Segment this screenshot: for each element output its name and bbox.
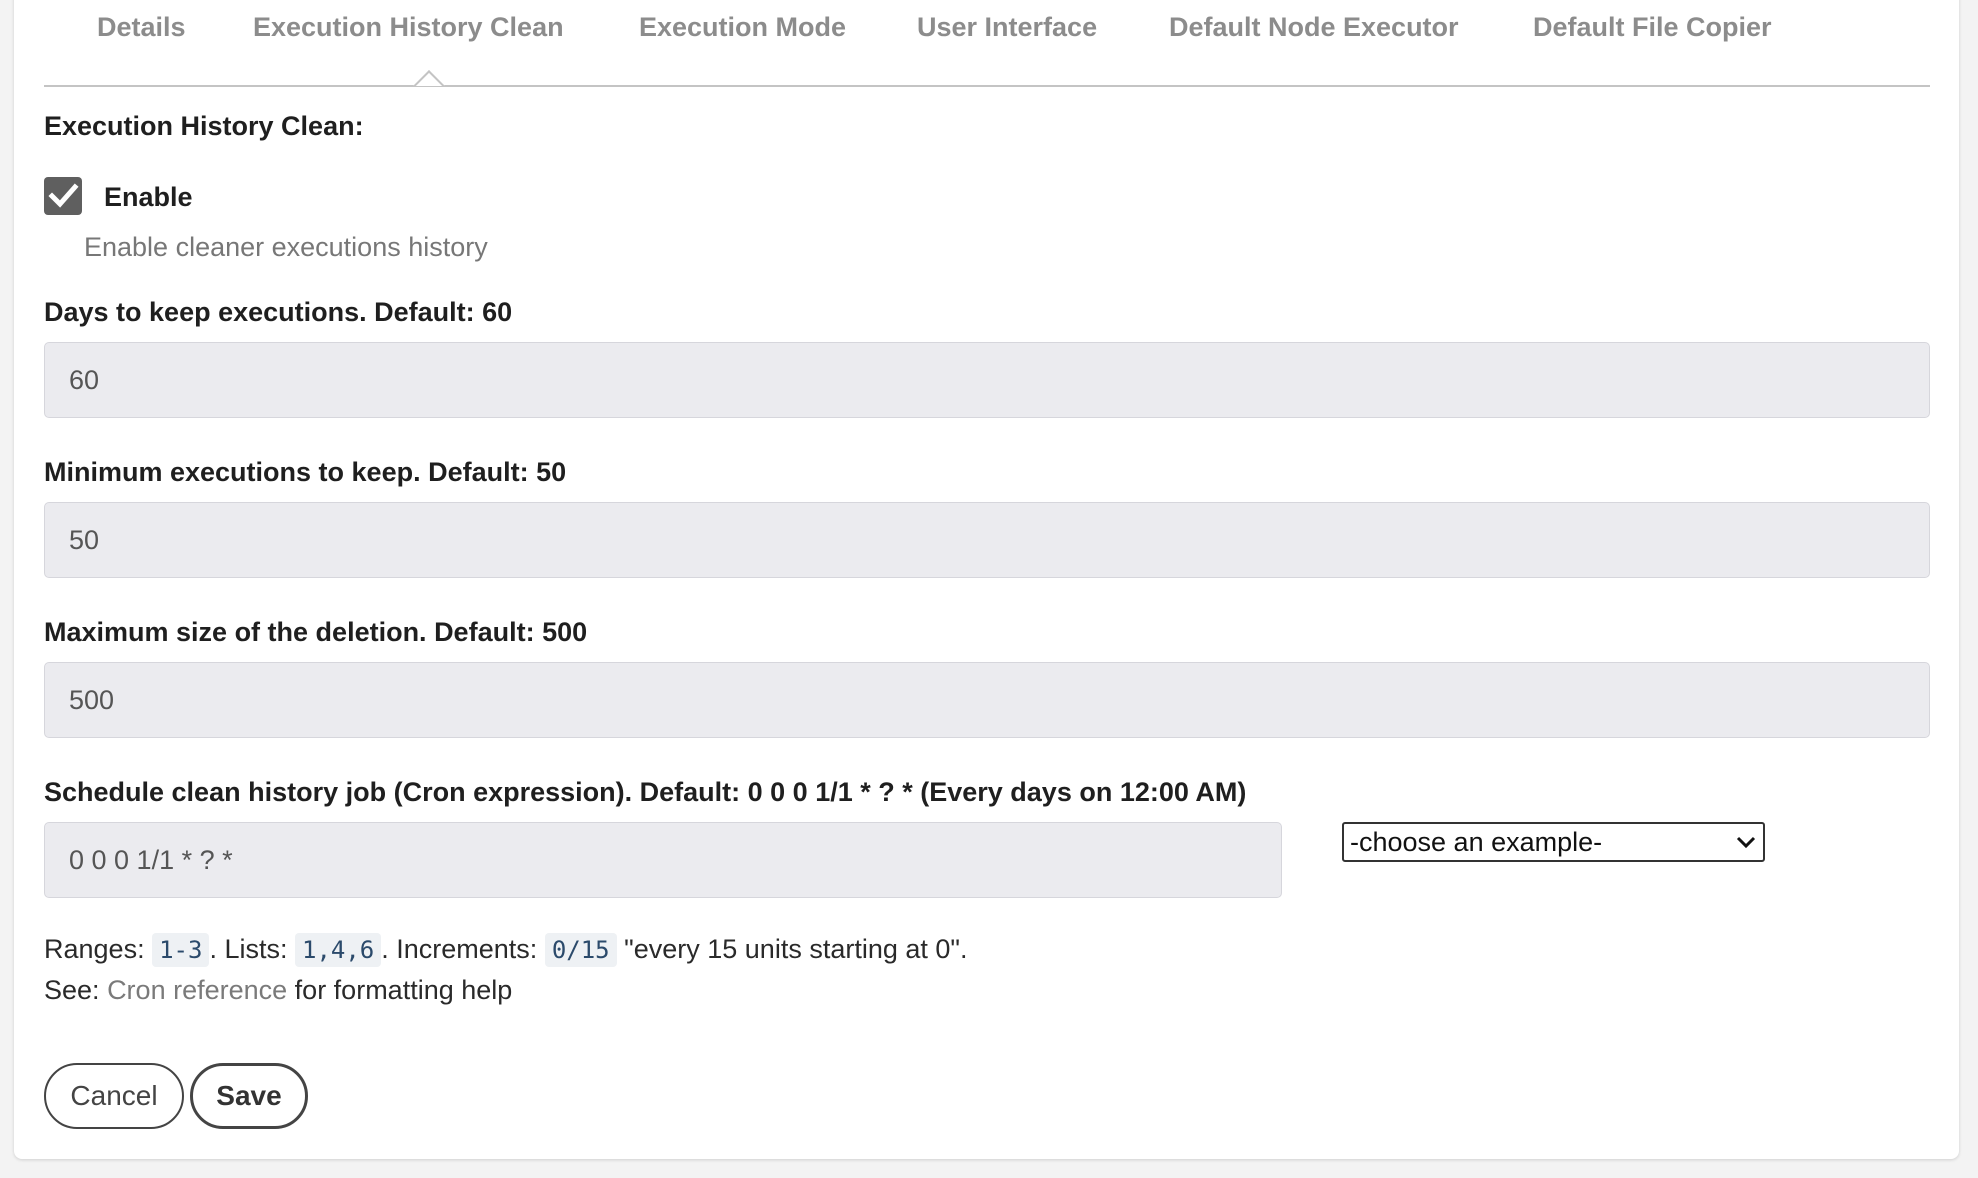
days-to-keep-label: Days to keep executions. Default: 60: [44, 297, 513, 327]
see-suffix: for formatting help: [294, 975, 513, 1005]
schedule-cron-input[interactable]: [44, 822, 1282, 898]
lists-code: 1,4,6: [295, 933, 382, 967]
max-deletion-input[interactable]: [44, 662, 1930, 738]
checkmark-icon: [48, 183, 79, 208]
ranges-code: 1-3: [152, 933, 210, 967]
min-executions-label: Minimum executions to keep. Default: 50: [44, 457, 567, 487]
max-deletion-label: Maximum size of the deletion. Default: 5…: [44, 617, 588, 647]
cron-example-select[interactable]: -choose an example-: [1342, 822, 1765, 862]
tab-default-node-executor[interactable]: Default Node Executor: [1169, 12, 1459, 43]
cron-reference-link[interactable]: Cron reference: [107, 975, 287, 1005]
days-to-keep-input[interactable]: [44, 342, 1930, 418]
schedule-label: Schedule clean history job (Cron express…: [44, 777, 1247, 807]
increments-label: . Increments:: [381, 934, 538, 964]
cancel-button[interactable]: Cancel: [44, 1063, 184, 1129]
active-tab-indicator: [410, 66, 446, 86]
lists-label: . Lists:: [209, 934, 288, 964]
increments-code: 0/15: [544, 933, 617, 967]
cron-example-select-value: -choose an example-: [1350, 826, 1603, 857]
tab-execution-mode[interactable]: Execution Mode: [639, 12, 846, 43]
increments-description: "every 15 units starting at 0".: [624, 934, 968, 964]
see-label: See:: [44, 975, 100, 1005]
cron-help-see-line: See: Cron reference for formatting help: [44, 975, 512, 1006]
cron-help-ranges-line: Ranges: 1-3. Lists: 1,4,6. Increments: 0…: [44, 933, 968, 967]
tab-bar: Details Execution History Clean Executio…: [44, 0, 1930, 87]
tab-user-interface[interactable]: User Interface: [917, 12, 1097, 43]
ranges-label: Ranges:: [44, 934, 145, 964]
min-executions-input[interactable]: [44, 502, 1930, 578]
enable-checkbox[interactable]: [44, 177, 82, 215]
section-heading: Execution History Clean:: [44, 111, 364, 141]
chevron-down-icon: [1736, 836, 1756, 849]
enable-help-text: Enable cleaner executions history: [84, 232, 488, 262]
enable-label[interactable]: Enable: [104, 182, 193, 213]
tab-details[interactable]: Details: [97, 12, 186, 43]
save-button[interactable]: Save: [190, 1063, 308, 1129]
tab-default-file-copier[interactable]: Default File Copier: [1533, 12, 1772, 43]
tab-execution-history-clean[interactable]: Execution History Clean: [253, 12, 564, 43]
